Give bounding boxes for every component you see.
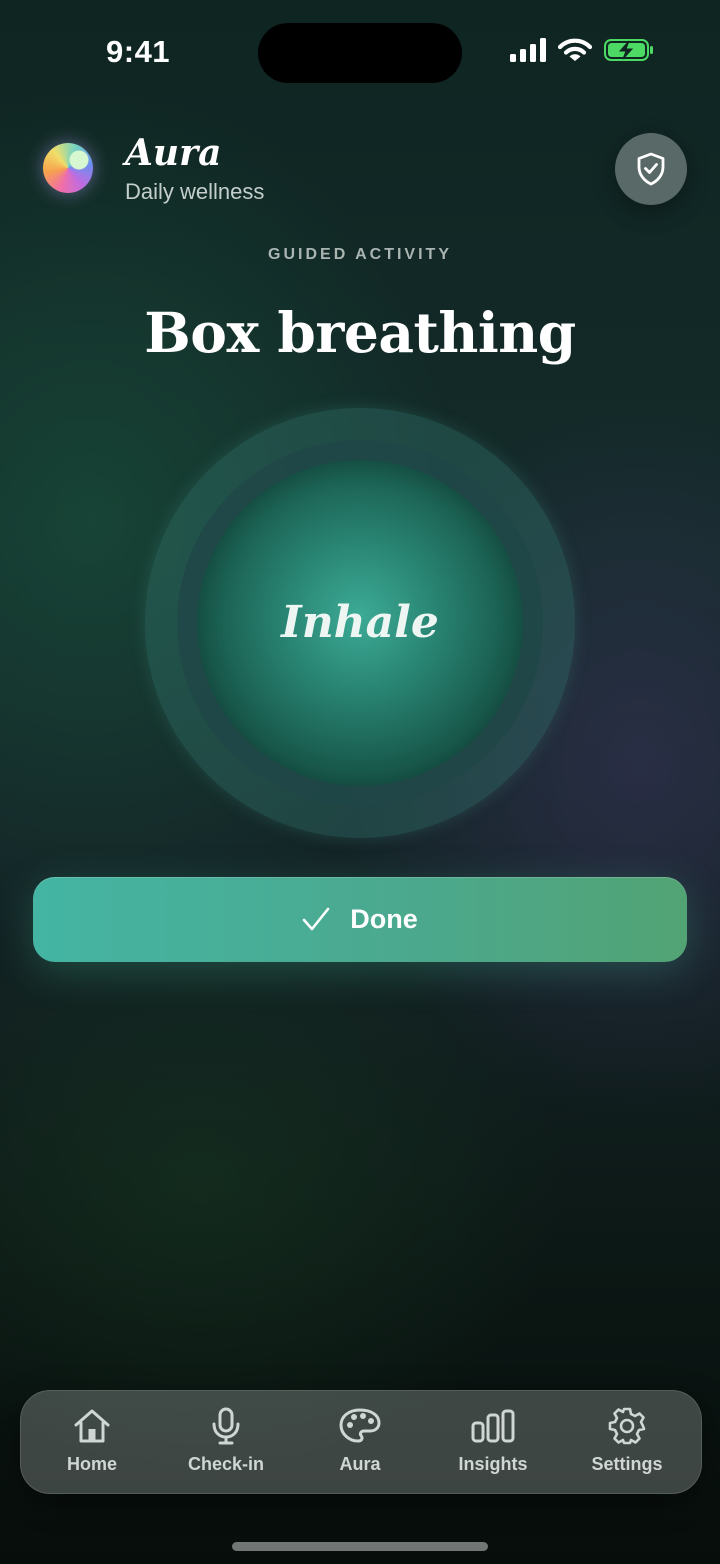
done-button-label: Done <box>350 904 418 934</box>
battery-charging-icon <box>604 39 653 61</box>
tab-check-in[interactable]: Check-in <box>166 1406 286 1475</box>
dynamic-island <box>258 23 462 83</box>
tab-aura-label: Aura <box>339 1454 381 1474</box>
activity-eyebrow: GUIDED ACTIVITY <box>268 246 452 263</box>
gear-icon <box>608 1407 646 1445</box>
tab-home-label: Home <box>66 1454 117 1474</box>
status-time: 9:41 <box>106 34 171 69</box>
status-icons <box>510 38 654 62</box>
tab-insights-label: Insights <box>458 1454 528 1474</box>
palette-icon <box>339 1408 381 1443</box>
home-indicator[interactable] <box>232 1542 488 1551</box>
app-subtitle: Daily wellness <box>125 179 265 204</box>
done-button[interactable]: Done <box>33 877 687 962</box>
bar-chart-icon <box>471 1409 515 1443</box>
privacy-button[interactable] <box>615 133 687 205</box>
aura-logo-icon <box>43 143 93 193</box>
tab-check-in-label: Check-in <box>187 1454 265 1474</box>
tab-insights[interactable]: Insights <box>433 1406 553 1475</box>
checkmark-icon <box>302 907 330 930</box>
app-title: Aura <box>125 132 222 174</box>
wifi-icon <box>558 38 592 61</box>
activity-title: Box breathing <box>144 300 576 365</box>
microphone-icon <box>212 1407 240 1445</box>
tab-settings[interactable]: Settings <box>567 1406 687 1475</box>
shield-check-icon <box>637 152 665 186</box>
home-icon <box>74 1409 110 1443</box>
tab-home[interactable]: Home <box>32 1406 152 1475</box>
cellular-signal-icon <box>510 38 546 62</box>
tab-aura[interactable]: Aura <box>300 1406 420 1475</box>
breathing-phase-label: Inhale <box>281 597 439 648</box>
tab-settings-label: Settings <box>591 1454 663 1474</box>
